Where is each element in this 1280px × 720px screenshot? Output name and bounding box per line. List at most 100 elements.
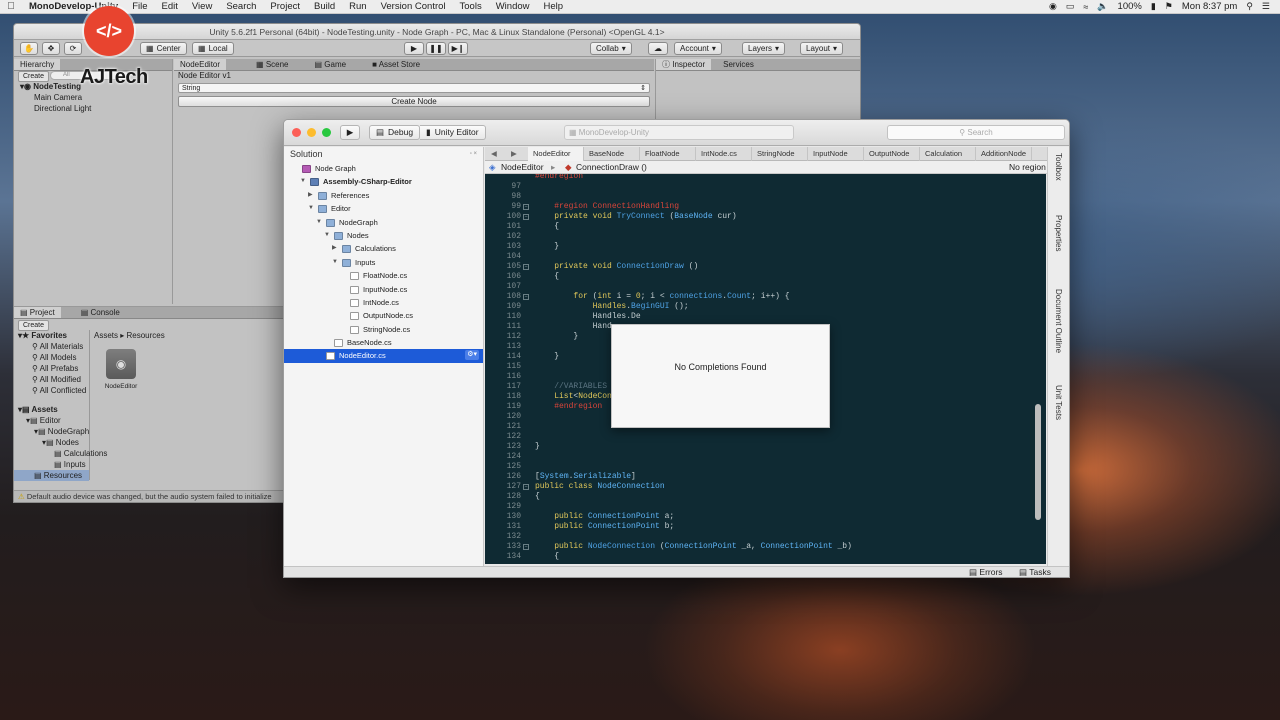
battery-icon[interactable]: ▮ <box>1151 1 1156 12</box>
fold-toggle-icon[interactable]: − <box>523 544 529 550</box>
pivot-center-button[interactable]: ▦ Center <box>140 42 187 55</box>
fold-toggle-icon[interactable]: − <box>523 294 529 300</box>
zoom-window-button[interactable] <box>322 128 331 137</box>
solution-item[interactable]: ▼ NodeGraph <box>284 216 483 229</box>
solution-item[interactable]: ▶ Calculations <box>284 242 483 255</box>
run-button[interactable]: ▶ <box>340 125 360 140</box>
solution-item[interactable]: ▼ Inputs <box>284 256 483 269</box>
tree-inputs[interactable]: ▤ Inputs <box>14 459 89 470</box>
tasks-pad-button[interactable]: ▤ Tasks <box>1019 567 1051 577</box>
fold-toggle-icon[interactable]: − <box>523 484 529 490</box>
layout-dropdown[interactable]: Layout ▾ <box>800 42 844 55</box>
fav-all-prefabs[interactable]: ⚲ All Prefabs <box>14 363 89 374</box>
apple-icon[interactable]:  <box>0 1 22 12</box>
airplay-icon[interactable]: ▭ <box>1066 1 1075 12</box>
tree-calculations[interactable]: ▤ Calculations <box>14 448 107 459</box>
expand-right-icon[interactable]: ▶ <box>308 189 313 202</box>
tree-nodes[interactable]: ▾▤ Nodes <box>14 437 89 448</box>
solution-item[interactable]: ▼ Nodes <box>284 229 483 242</box>
step-button[interactable]: ▶❙ <box>448 42 468 55</box>
tab-project[interactable]: ▤ Project <box>14 307 61 318</box>
side-tab-document-outline[interactable]: Document Outline <box>1054 289 1063 353</box>
solution-item[interactable]: ▼ Editor <box>284 202 483 215</box>
move-tool-icon[interactable]: ✥ <box>42 42 60 55</box>
document-tab[interactable]: FloatNode <box>640 147 696 161</box>
menu-help[interactable]: Help <box>537 1 571 12</box>
pivot-local-button[interactable]: ▦ Local <box>192 42 234 55</box>
menu-search[interactable]: Search <box>219 1 263 12</box>
node-type-dropdown[interactable]: String ⇕ <box>178 83 650 93</box>
tab-inspector[interactable]: ⓘ Inspector <box>656 59 712 70</box>
solution-item[interactable]: InputNode.cs <box>284 283 483 296</box>
tabs-forward-icon[interactable]: ▶ <box>511 147 517 161</box>
expand-down-icon[interactable]: ▼ <box>332 256 338 269</box>
volume-icon[interactable]: 🔈 <box>1097 1 1108 12</box>
menu-edit[interactable]: Edit <box>155 1 185 12</box>
tree-editor[interactable]: ▾▤ Editor <box>14 415 89 426</box>
breadcrumb-resources[interactable]: Resources <box>127 331 165 340</box>
path-region[interactable]: No region <box>1009 161 1046 174</box>
fold-toggle-icon[interactable]: − <box>523 214 529 220</box>
hierarchy-create-button[interactable]: Create <box>18 71 50 82</box>
close-window-button[interactable] <box>292 128 301 137</box>
document-tab[interactable]: NodeEditor <box>528 147 584 161</box>
cloud-icon[interactable]: ☁ <box>648 42 668 55</box>
tab-asset-store[interactable]: ■ Asset Store <box>352 59 426 70</box>
errors-pad-button[interactable]: ▤ Errors <box>969 567 1003 577</box>
hierarchy-item-main-camera[interactable]: Main Camera <box>14 92 172 103</box>
solution-item[interactable]: ▼ Assembly-CSharp-Editor <box>284 175 483 188</box>
tree-nodegraph[interactable]: ▾▤ NodeGraph <box>14 426 89 437</box>
menu-build[interactable]: Build <box>307 1 342 12</box>
md-search-input[interactable]: ⚲ Search <box>887 125 1065 140</box>
rotate-tool-icon[interactable]: ⟳ <box>64 42 82 55</box>
solution-item[interactable]: NodeEditor.cs ⚙▾ <box>284 349 483 363</box>
tab-game[interactable]: ▤ Game <box>295 59 353 70</box>
menu-version-control[interactable]: Version Control <box>374 1 453 12</box>
hand-tool-icon[interactable]: ✋ <box>20 42 38 55</box>
menu-run[interactable]: Run <box>342 1 373 12</box>
editor-scrollbar-thumb[interactable] <box>1035 404 1041 520</box>
target-dropdown[interactable]: ▮ Unity Editor <box>420 125 486 140</box>
tree-resources[interactable]: ▤ Resources <box>14 470 89 481</box>
fav-all-conflicted[interactable]: ⚲ All Conflicted <box>14 385 89 396</box>
create-node-button[interactable]: Create Node <box>178 96 650 107</box>
solution-item[interactable]: Node Graph <box>284 162 483 175</box>
path-class[interactable]: NodeEditor <box>501 161 544 174</box>
assets-item[interactable]: ▾▤ Assets <box>14 404 89 415</box>
expand-down-icon[interactable]: ▼ <box>324 229 330 242</box>
tab-scene[interactable]: ▦ Scene <box>226 59 294 70</box>
document-tab[interactable]: InputNode <box>808 147 864 161</box>
expand-down-icon[interactable]: ▼ <box>316 216 322 229</box>
pause-button[interactable]: ❚❚ <box>426 42 446 55</box>
solution-item[interactable]: IntNode.cs <box>284 296 483 309</box>
side-tab-properties[interactable]: Properties <box>1054 215 1063 251</box>
breadcrumb-assets[interactable]: Assets <box>94 331 118 340</box>
side-tab-unit-tests[interactable]: Unit Tests <box>1054 385 1063 420</box>
expand-down-icon[interactable]: ▼ <box>300 175 306 188</box>
favorites-item[interactable]: ▾★ Favorites <box>14 330 89 341</box>
play-button[interactable]: ▶ <box>404 42 424 55</box>
document-tab[interactable]: Calculation <box>920 147 976 161</box>
clock[interactable]: Mon 8:37 pm <box>1182 1 1237 12</box>
fav-all-models[interactable]: ⚲ All Models <box>14 352 89 363</box>
document-tab[interactable]: StringNode <box>752 147 808 161</box>
collab-dropdown[interactable]: Collab ▾ <box>590 42 632 55</box>
side-tab-toolbox[interactable]: Toolbox <box>1054 153 1063 181</box>
tab-console[interactable]: ▤ Console <box>61 307 126 318</box>
menu-project[interactable]: Project <box>263 1 307 12</box>
document-tab[interactable]: AdditionNode <box>976 147 1032 161</box>
solution-item[interactable]: OutputNode.cs <box>284 309 483 322</box>
tab-services[interactable]: Services <box>711 59 760 70</box>
tabs-back-icon[interactable]: ◀ <box>491 147 497 161</box>
fav-all-modified[interactable]: ⚲ All Modified <box>14 374 89 385</box>
configuration-dropdown[interactable]: ▤ Debug <box>369 125 421 140</box>
expand-down-icon[interactable]: ▼ <box>308 202 314 215</box>
asset-nodeeditor[interactable]: ◉ NodeEditor <box>104 349 138 390</box>
tab-hierarchy[interactable]: Hierarchy <box>14 59 61 70</box>
hierarchy-item-directional-light[interactable]: Directional Light <box>14 103 172 114</box>
solution-item[interactable]: StringNode.cs <box>284 323 483 336</box>
tab-node-editor[interactable]: NodeEditor <box>174 59 227 70</box>
layers-dropdown[interactable]: Layers ▾ <box>742 42 786 55</box>
path-method[interactable]: ConnectionDraw () <box>576 161 647 174</box>
fold-toggle-icon[interactable]: − <box>523 264 529 270</box>
